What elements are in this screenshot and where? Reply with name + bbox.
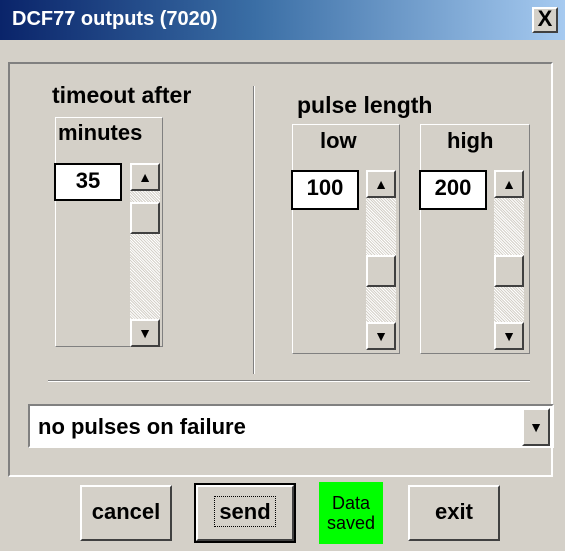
failure-mode-select[interactable]: no pulses on failure ▼ — [28, 404, 554, 448]
send-label: send — [214, 496, 276, 527]
pulse-low-label: low — [320, 128, 357, 153]
timeout-down-button[interactable]: ▼ — [130, 319, 160, 347]
pulse-length-label: pulse length — [297, 92, 433, 118]
pulse-low-value[interactable]: 100 — [291, 170, 359, 210]
scroll-down-arrow-icon: ▼ — [138, 325, 152, 341]
close-button[interactable]: X — [532, 7, 558, 33]
scroll-up-arrow-icon: ▲ — [138, 169, 152, 185]
title-bar[interactable]: DCF77 outputs (7020) X — [0, 0, 565, 40]
scroll-down-arrow-icon: ▼ — [502, 328, 516, 344]
dialog-window: DCF77 outputs (7020) X timeout after min… — [0, 0, 565, 551]
cancel-label: cancel — [91, 499, 161, 524]
pulse-low-scroll-thumb[interactable] — [366, 255, 396, 287]
pulse-low-down-button[interactable]: ▼ — [366, 322, 396, 350]
window-title: DCF77 outputs (7020) — [12, 8, 218, 30]
dropdown-arrow-icon: ▼ — [529, 419, 543, 435]
pulse-low-scrollbar[interactable]: ▲ ▼ — [366, 170, 396, 350]
scroll-down-arrow-icon: ▼ — [374, 328, 388, 344]
pulse-high-scrollbar[interactable]: ▲ ▼ — [494, 170, 524, 350]
pulse-low-up-button[interactable]: ▲ — [366, 170, 396, 198]
scroll-up-arrow-icon: ▲ — [502, 176, 516, 192]
timeout-up-button[interactable]: ▲ — [130, 163, 160, 191]
pulse-high-down-button[interactable]: ▼ — [494, 322, 524, 350]
timeout-label: timeout after — [52, 82, 192, 108]
minutes-label: minutes — [58, 120, 143, 145]
group-divider — [253, 86, 255, 374]
pulse-high-scroll-thumb[interactable] — [494, 255, 524, 287]
timeout-scrollbar[interactable]: ▲ ▼ — [130, 163, 160, 347]
scroll-up-arrow-icon: ▲ — [374, 176, 388, 192]
pulse-high-up-button[interactable]: ▲ — [494, 170, 524, 198]
status-line-1: Data — [331, 493, 370, 513]
data-saved-status: Data saved — [319, 482, 383, 544]
send-button[interactable]: send — [194, 483, 296, 543]
close-icon: X — [537, 6, 553, 31]
horizontal-divider — [48, 380, 530, 382]
pulse-high-label: high — [447, 128, 494, 153]
timeout-scroll-thumb[interactable] — [130, 202, 160, 234]
failure-mode-dropdown-button[interactable]: ▼ — [522, 408, 550, 446]
exit-button[interactable]: exit — [408, 485, 500, 541]
exit-label: exit — [435, 499, 473, 524]
pulse-high-value[interactable]: 200 — [419, 170, 487, 210]
status-line-2: saved — [326, 513, 376, 533]
timeout-value[interactable]: 35 — [54, 163, 122, 201]
cancel-button[interactable]: cancel — [80, 485, 172, 541]
failure-mode-value: no pulses on failure — [38, 414, 246, 439]
